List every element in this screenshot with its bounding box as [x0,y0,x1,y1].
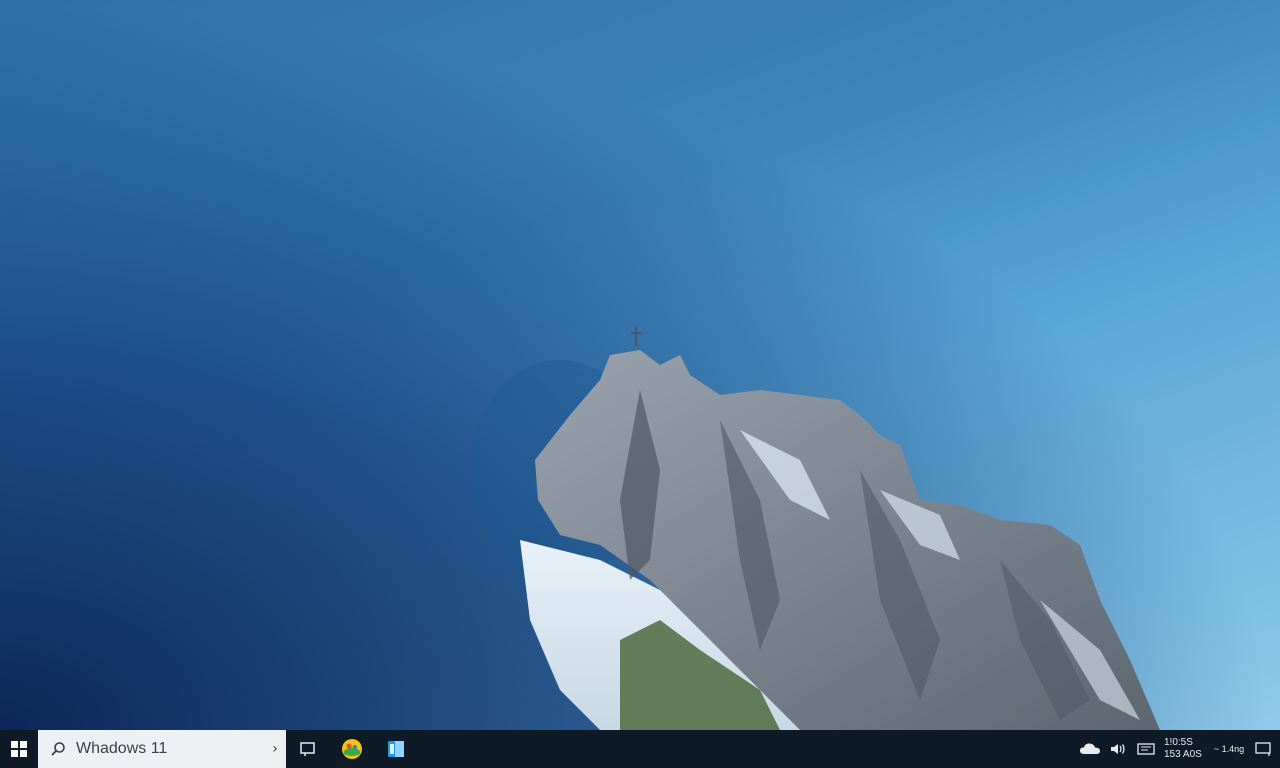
language-indicator[interactable]: ~ 1.4ng [1212,730,1246,768]
cloud-icon [1080,743,1100,754]
task-view-button[interactable] [286,730,330,768]
clock-time: 1!0:5S [1164,737,1193,748]
file-explorer-icon [388,741,404,757]
search-input-text[interactable]: Whadows 11 [76,740,264,758]
clock[interactable]: 1!0:5S 153 A0S [1160,730,1212,768]
network-button[interactable] [1132,730,1160,768]
desktop [0,0,1280,730]
notification-icon [1255,742,1271,756]
colorful-app-icon [342,739,362,759]
search-chevron-icon[interactable]: › [264,741,286,757]
start-button[interactable] [0,730,38,768]
taskbar: Whadows 11 › 1!0:5S 153 A0S ~ 1.4ng [0,730,1280,768]
windows-logo-icon [11,741,27,757]
search-box[interactable]: Whadows 11 › [38,730,286,768]
system-tray: 1!0:5S 153 A0S ~ 1.4ng [1076,730,1280,768]
search-icon [51,742,65,756]
task-view-icon [300,742,315,756]
volume-button[interactable] [1104,730,1132,768]
network-icon [1137,743,1155,755]
notification-button[interactable] [1246,730,1280,768]
clock-date: 153 A0S [1164,749,1202,760]
file-explorer-button[interactable] [374,730,418,768]
cloud-button[interactable] [1076,730,1104,768]
volume-icon [1111,744,1125,754]
wallpaper-mountain [470,326,1160,730]
app-button-colorful[interactable] [330,730,374,768]
